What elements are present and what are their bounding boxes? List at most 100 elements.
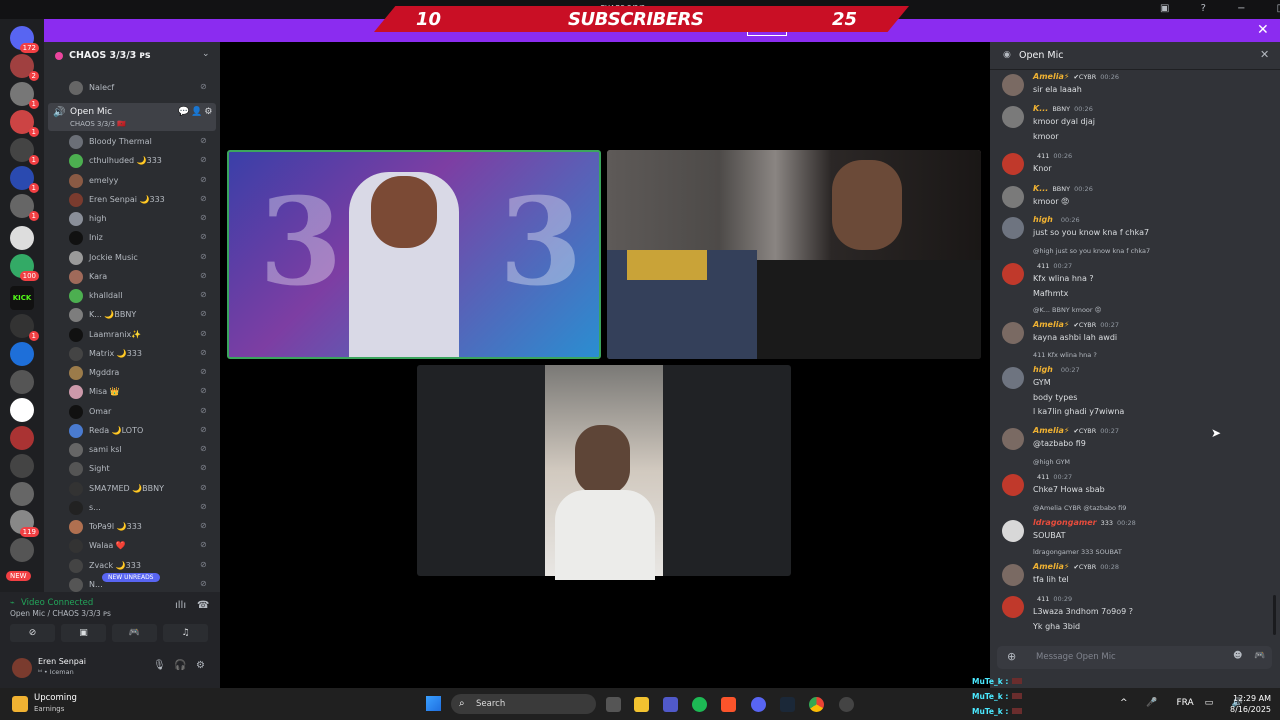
reply-preview[interactable]: @Amelia CYBR @tazbabo fi9 bbox=[1033, 504, 1126, 512]
voice-member[interactable]: ToPa9l 🌙333 ⊘ bbox=[44, 518, 220, 537]
server-header[interactable]: CHAOS 3/3/3 ᴘs ⌄ bbox=[44, 46, 220, 66]
screen-share-button[interactable]: ▣ bbox=[61, 624, 106, 642]
server-icon[interactable]: 1 bbox=[10, 82, 39, 109]
banner-close-icon[interactable]: ✕ bbox=[1257, 22, 1269, 38]
voice-member[interactable]: Bloody Thermal ⊘ bbox=[44, 133, 220, 152]
avatar[interactable] bbox=[1002, 153, 1024, 175]
activities-button[interactable]: 🎮 bbox=[112, 624, 157, 642]
app-icon[interactable] bbox=[839, 697, 854, 712]
server-icon[interactable]: 1 bbox=[10, 166, 39, 193]
avatar[interactable] bbox=[1002, 474, 1024, 496]
username[interactable]: high bbox=[1033, 215, 1053, 224]
voice-member[interactable]: emelyy ⊘ bbox=[44, 172, 220, 191]
avatar[interactable] bbox=[1002, 367, 1024, 389]
voice-member[interactable]: Iniz ⊘ bbox=[44, 229, 220, 248]
server-icon[interactable] bbox=[10, 226, 34, 250]
avatar[interactable] bbox=[1002, 428, 1024, 450]
spotify-icon[interactable] bbox=[692, 697, 707, 712]
kick-server-icon[interactable]: KICK bbox=[10, 286, 34, 310]
widget-icon[interactable] bbox=[12, 696, 28, 712]
voice-member[interactable]: cthulhuded 🌙333 ⊘ bbox=[44, 152, 220, 171]
chevron-down-icon[interactable]: ⌄ bbox=[202, 49, 210, 59]
soundboard-button[interactable]: ♫ bbox=[163, 624, 208, 642]
voice-member[interactable]: high ⊘ bbox=[44, 210, 220, 229]
add-attachment-icon[interactable]: ⊕ bbox=[1007, 650, 1016, 663]
chrome-icon[interactable] bbox=[809, 697, 824, 712]
avatar[interactable] bbox=[1002, 322, 1024, 344]
avatar[interactable] bbox=[1002, 106, 1024, 128]
username[interactable]: K... bbox=[1033, 104, 1048, 113]
voice-member[interactable]: Walaa ❤️ ⊘ bbox=[44, 537, 220, 556]
disconnect-icon[interactable]: ☎ bbox=[197, 600, 209, 611]
username[interactable]: high bbox=[1033, 365, 1053, 374]
file-explorer-icon[interactable] bbox=[634, 697, 649, 712]
discord-icon[interactable] bbox=[751, 697, 766, 712]
username[interactable]: Amelia⚡ bbox=[1033, 320, 1069, 329]
username[interactable]: Amelia⚡ bbox=[1033, 562, 1069, 571]
voice-member[interactable]: Eren Senpai 🌙333 ⊘ bbox=[44, 191, 220, 210]
username[interactable]: Amelia⚡ bbox=[1033, 72, 1069, 81]
widget-title[interactable]: Upcoming bbox=[34, 693, 77, 703]
voice-location[interactable]: Open Mic / CHAOS 3/3/3 ᴘs bbox=[10, 609, 111, 618]
message-composer[interactable]: ⊕ Message Open Mic ☻ 🎮 bbox=[997, 646, 1272, 669]
server-icon[interactable]: 1 bbox=[10, 110, 39, 137]
voice-member[interactable]: Mgddra ⊘ bbox=[44, 364, 220, 383]
voice-member[interactable]: Reda 🌙LOTO ⊘ bbox=[44, 422, 220, 441]
server-icon[interactable]: 2 bbox=[10, 54, 39, 81]
avatar[interactable] bbox=[1002, 520, 1024, 542]
server-icon[interactable] bbox=[10, 370, 34, 394]
voice-member[interactable]: khalldall ⊘ bbox=[44, 287, 220, 306]
server-icon[interactable]: 100 bbox=[10, 254, 39, 281]
emoji-icon[interactable]: ☻ bbox=[1233, 651, 1242, 661]
voice-channel-open-mic[interactable]: 🔊 Open Mic CHAOS 3/3/3 🇲🇦 💬👤⚙ bbox=[48, 103, 216, 131]
voice-member[interactable]: Jockie Music ⊘ bbox=[44, 249, 220, 268]
taskbar-search[interactable]: ⌕ Search bbox=[451, 694, 596, 714]
brave-icon[interactable] bbox=[721, 697, 736, 712]
message-input[interactable]: Message Open Mic bbox=[1036, 652, 1116, 662]
avatar[interactable] bbox=[1002, 263, 1024, 285]
voice-member[interactable]: Matrix 🌙333 ⊘ bbox=[44, 345, 220, 364]
server-icon[interactable]: 1 bbox=[10, 314, 39, 341]
voice-member[interactable]: Omar ⊘ bbox=[44, 403, 220, 422]
server-icon[interactable] bbox=[10, 398, 34, 422]
reply-preview[interactable]: 411 Kfx wlina hna ? bbox=[1033, 351, 1097, 359]
reply-preview[interactable]: @K... BBNY kmoor 😡 bbox=[1033, 306, 1101, 314]
clock[interactable]: 12:29 AM 8/16/2025 bbox=[1230, 693, 1271, 715]
reply-preview[interactable]: @high GYM bbox=[1033, 458, 1070, 466]
avatar[interactable] bbox=[1002, 217, 1024, 239]
input-language[interactable]: FRA bbox=[1176, 698, 1193, 708]
avatar[interactable] bbox=[1002, 186, 1024, 208]
server-icon[interactable] bbox=[10, 482, 34, 506]
voice-member[interactable]: Kara ⊘ bbox=[44, 268, 220, 287]
task-view-icon[interactable] bbox=[606, 697, 621, 712]
video-tile-speaking[interactable]: 3 3 3 bbox=[227, 150, 601, 359]
voice-member[interactable]: Laamranix✨ ⊘ bbox=[44, 326, 220, 345]
close-icon[interactable]: ✕ bbox=[1260, 48, 1269, 61]
server-icon[interactable] bbox=[10, 538, 34, 562]
server-icon[interactable] bbox=[10, 454, 34, 478]
gamepad-icon[interactable]: 🎮 bbox=[1254, 651, 1265, 661]
steam-icon[interactable] bbox=[780, 697, 795, 712]
microphone-icon[interactable]: 🎙 bbox=[153, 660, 166, 671]
server-icon[interactable]: 172 bbox=[10, 26, 39, 53]
reply-preview[interactable]: ldragongamer 333 SOUBAT bbox=[1033, 548, 1122, 556]
windows-start-icon[interactable] bbox=[426, 696, 441, 711]
new-unreads-pill[interactable]: NEW UNREADS bbox=[102, 573, 160, 582]
headphones-icon[interactable]: 🎧 bbox=[174, 660, 186, 671]
avatar[interactable] bbox=[12, 658, 32, 678]
teams-icon[interactable] bbox=[663, 697, 678, 712]
server-icon[interactable] bbox=[10, 426, 34, 450]
server-icon[interactable]: 1 bbox=[10, 194, 39, 221]
voice-member[interactable]: s... ⊘ bbox=[44, 499, 220, 518]
server-icon[interactable]: 1 bbox=[10, 138, 39, 165]
username[interactable]: Amelia⚡ bbox=[1033, 426, 1069, 435]
voice-member[interactable]: K... 🌙BBNY ⊘ bbox=[44, 306, 220, 325]
noise-icon[interactable]: ıllı bbox=[175, 600, 186, 611]
avatar[interactable] bbox=[1002, 564, 1024, 586]
username[interactable]: ldragongamer bbox=[1033, 518, 1097, 527]
window-controls[interactable]: ▣ ? − □ ✕ bbox=[1160, 3, 1280, 14]
voice-member[interactable]: Nalecf ⊘ bbox=[44, 79, 220, 98]
camera-button[interactable]: ⊘ bbox=[10, 624, 55, 642]
voice-member[interactable]: Misa 👑 ⊘ bbox=[44, 383, 220, 402]
voice-member[interactable]: Sight ⊘ bbox=[44, 460, 220, 479]
